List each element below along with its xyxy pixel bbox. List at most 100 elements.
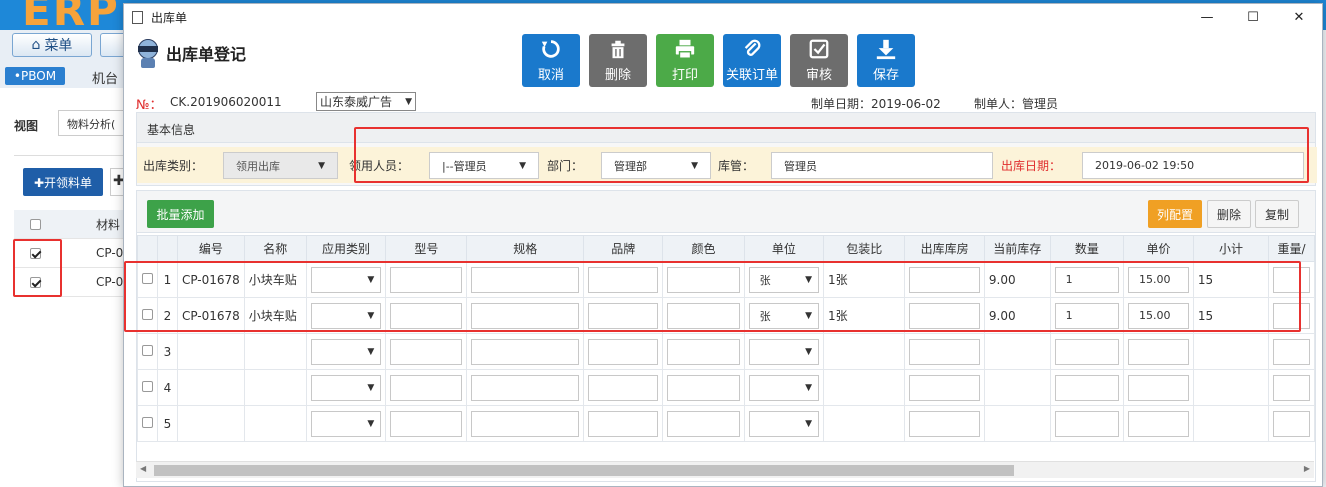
save-button[interactable]: 保存 [857, 34, 915, 87]
audit-label: 审核 [805, 68, 832, 83]
material-code: CP-0 [96, 246, 124, 260]
undo-icon [541, 40, 560, 58]
select-column [137, 235, 158, 262]
scroll-left-icon[interactable]: ◀ [140, 464, 146, 473]
pbom-tab[interactable]: •PBOM [5, 67, 65, 85]
number-label: №： [136, 98, 163, 113]
audit-button[interactable]: 审核 [790, 34, 848, 87]
grid-copy-button[interactable]: 复制 [1255, 200, 1299, 228]
model-input[interactable] [390, 410, 463, 437]
delete-button[interactable]: 删除 [589, 34, 647, 87]
view-select[interactable]: 物料分析( [58, 110, 125, 136]
check-square-icon [809, 39, 829, 59]
col-header: 编号 [176, 235, 245, 262]
download-icon [876, 39, 896, 60]
model-input[interactable] [390, 374, 463, 401]
maximize-button[interactable]: ☐ [1230, 4, 1276, 31]
item-name [243, 369, 307, 406]
grid-header-row: 编号 名称 应用类别 型号 规格 品牌 颜色 单位 包装比 出库库房 当前库存 … [137, 235, 1315, 262]
row-checkbox[interactable] [142, 416, 153, 428]
current-stock [983, 405, 1051, 442]
category-select[interactable]: ▼ [310, 338, 382, 365]
weight-input[interactable] [1273, 374, 1310, 401]
grid-delete-button[interactable]: 删除 [1207, 200, 1251, 228]
form-header: 出库单登记 取消 删除 打印 关联订单 审核 保存 №： CK.20190602… [136, 34, 1316, 114]
warehouse-input[interactable] [909, 374, 980, 401]
horizontal-scrollbar[interactable]: ◀ ▶ [136, 461, 1314, 478]
weight-input[interactable] [1273, 338, 1310, 365]
minimize-button[interactable]: — [1184, 4, 1230, 31]
document-icon [132, 10, 143, 24]
dropdown-arrow-icon: ▼ [367, 346, 375, 357]
row-checkbox[interactable] [142, 344, 153, 356]
subtotal [1192, 405, 1270, 442]
open-requisition-button[interactable]: ✚开领料单 [23, 168, 103, 196]
scroll-right-icon[interactable]: ▶ [1304, 464, 1310, 473]
row-number: 3 [157, 333, 178, 370]
qty-input[interactable] [1054, 338, 1120, 365]
brand-input[interactable] [588, 374, 659, 401]
color-input[interactable] [667, 374, 740, 401]
pack-ratio [823, 405, 906, 442]
col-header: 包装比 [823, 235, 906, 262]
unit-select[interactable]: ▼ [748, 410, 820, 437]
qty-input[interactable] [1054, 410, 1120, 437]
page-title-text: 出库单登记 [166, 45, 247, 64]
print-button[interactable]: 打印 [656, 34, 714, 87]
view-label: 视图 [14, 119, 39, 133]
brand-input[interactable] [588, 338, 659, 365]
link-order-button[interactable]: 关联订单 [723, 34, 781, 87]
creator: 制单人：管理员 [974, 97, 1059, 111]
subtotal [1192, 369, 1270, 406]
color-input[interactable] [667, 410, 740, 437]
company-select[interactable]: 山东泰威广告 ▼ [316, 92, 416, 111]
brand-input[interactable] [588, 410, 659, 437]
spec-input[interactable] [471, 410, 580, 437]
dialog-titlebar: 出库单 [124, 4, 1322, 31]
col-header: 颜色 [662, 235, 745, 262]
table-row[interactable]: 4 ▼ ▼ [137, 369, 1315, 406]
unit-select[interactable]: ▼ [748, 338, 820, 365]
batch-add-button[interactable]: 批量添加 [147, 200, 214, 228]
menu-button[interactable]: ⌂ 菜单 [12, 33, 92, 57]
price-input[interactable] [1128, 410, 1189, 437]
column-config-button[interactable]: 列配置 [1148, 200, 1202, 228]
col-header: 小计 [1192, 235, 1270, 262]
spec-input[interactable] [471, 338, 580, 365]
model-input[interactable] [390, 338, 463, 365]
warehouse-input[interactable] [909, 338, 980, 365]
select-all-checkbox[interactable] [29, 218, 41, 230]
highlight-box-fields [354, 127, 1309, 183]
row-number: 5 [157, 405, 178, 442]
col-header: 单位 [743, 235, 825, 262]
table-row[interactable]: 3 ▼ ▼ [137, 333, 1315, 370]
dropdown-arrow-icon: ▼ [805, 382, 813, 393]
price-input[interactable] [1128, 374, 1189, 401]
price-input[interactable] [1128, 338, 1189, 365]
spec-input[interactable] [471, 374, 580, 401]
out-type-select[interactable]: 领用出库 ▼ [223, 152, 338, 179]
category-select[interactable]: ▼ [310, 374, 382, 401]
cancel-button[interactable]: 取消 [522, 34, 580, 87]
unit-select[interactable]: ▼ [748, 374, 820, 401]
warehouse-input[interactable] [909, 410, 980, 437]
row-checkbox[interactable] [142, 380, 153, 392]
scrollbar-thumb[interactable] [154, 465, 1014, 476]
pack-ratio [823, 369, 906, 406]
table-row[interactable]: 5 ▼ ▼ [137, 405, 1315, 442]
item-name [243, 333, 307, 370]
qty-input[interactable] [1054, 374, 1120, 401]
category-select[interactable]: ▼ [310, 410, 382, 437]
nav-tab[interactable] [100, 33, 125, 57]
out-type-label: 出库类别： [143, 158, 204, 173]
home-icon: ⌂ [31, 37, 41, 53]
close-button[interactable]: ✕ [1276, 4, 1322, 31]
weight-input[interactable] [1273, 410, 1310, 437]
jitai-tab[interactable]: 机台 [92, 68, 118, 87]
link-order-label: 关联订单 [725, 68, 778, 83]
color-input[interactable] [667, 338, 740, 365]
company-value: 山东泰威广告 [320, 95, 393, 109]
cancel-label: 取消 [537, 68, 564, 83]
subtotal [1192, 333, 1270, 370]
col-header: 名称 [243, 235, 307, 262]
